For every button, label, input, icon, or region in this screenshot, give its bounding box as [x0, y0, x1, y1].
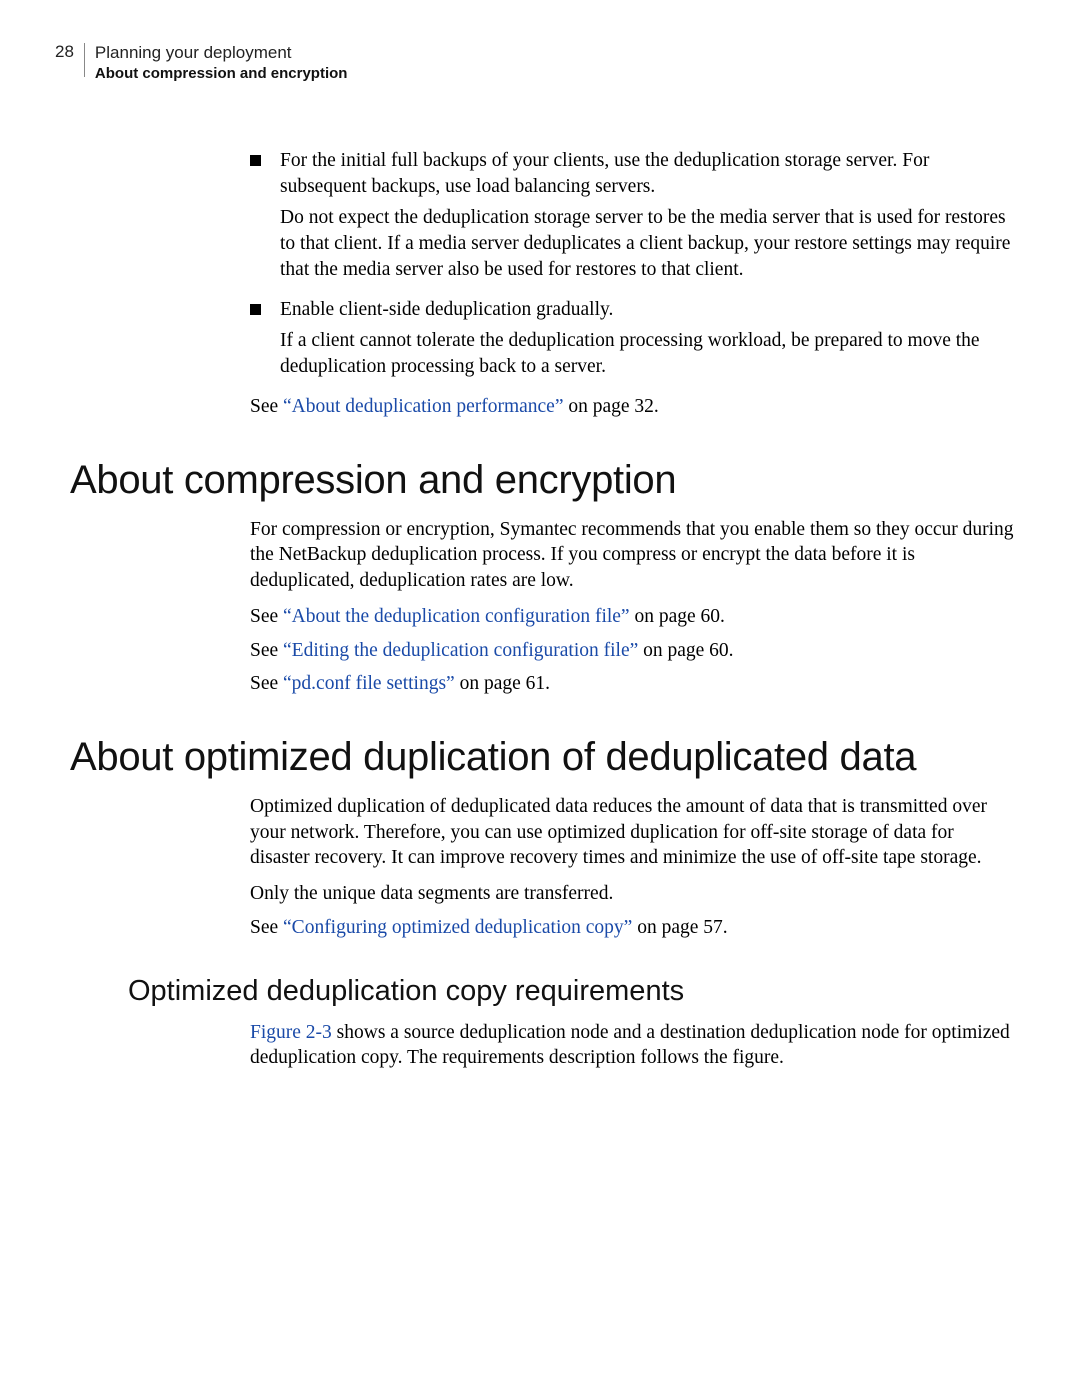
see-suffix: on page 32.: [564, 396, 659, 417]
see-reference: See “Editing the deduplication configura…: [250, 638, 1015, 664]
content-area: For the initial full backups of your cli…: [70, 148, 1030, 1079]
heading-copy-requirements: Optimized deduplication copy requirement…: [128, 975, 1030, 1008]
bullet-paragraph: Do not expect the deduplication storage …: [280, 205, 1015, 282]
header-section-title: About compression and encryption: [95, 65, 348, 82]
figure-ref-link[interactable]: Figure 2-3: [250, 1022, 332, 1043]
see-suffix: on page 61.: [455, 673, 550, 694]
body-text: shows a source deduplication node and a …: [250, 1022, 1010, 1069]
body-paragraph: For compression or encryption, Symantec …: [250, 517, 1015, 594]
see-prefix: See: [250, 673, 283, 694]
bullet-paragraph: For the initial full backups of your cli…: [280, 148, 1015, 199]
bullet-paragraph: If a client cannot tolerate the deduplic…: [280, 328, 1015, 379]
heading-optimized-duplication: About optimized duplication of deduplica…: [70, 735, 1030, 780]
see-reference: See “pd.conf file settings” on page 61.: [250, 671, 1015, 697]
header-chapter-title: Planning your deployment: [95, 43, 292, 62]
see-prefix: See: [250, 396, 283, 417]
see-suffix: on page 60.: [630, 606, 725, 627]
cross-ref-link[interactable]: “pd.conf file settings”: [283, 673, 455, 694]
see-prefix: See: [250, 917, 283, 938]
see-reference: See “About deduplication performance” on…: [250, 394, 1015, 420]
cross-ref-link[interactable]: “Editing the deduplication configuration…: [283, 640, 638, 661]
see-prefix: See: [250, 606, 283, 627]
heading-compression-encryption: About compression and encryption: [70, 458, 1030, 503]
page-number: 28: [55, 42, 84, 62]
see-reference: See “About the deduplication configurati…: [250, 604, 1015, 630]
leading-bullets-block: For the initial full backups of your cli…: [250, 148, 1015, 420]
cross-ref-link[interactable]: “About the deduplication configuration f…: [283, 606, 630, 627]
bullet-list: For the initial full backups of your cli…: [250, 148, 1015, 380]
cross-ref-link[interactable]: “About deduplication performance”: [283, 396, 563, 417]
subsection-reqs-body: Figure 2-3 shows a source deduplication …: [250, 1020, 1015, 1071]
body-paragraph: Figure 2-3 shows a source deduplication …: [250, 1020, 1015, 1071]
bullet-paragraph: Enable client-side deduplication gradual…: [280, 297, 1015, 323]
see-reference: See “Configuring optimized deduplication…: [250, 915, 1015, 941]
list-item: For the initial full backups of your cli…: [250, 148, 1015, 283]
page-container: 28 Planning your deployment About compre…: [0, 0, 1080, 1388]
body-paragraph: Only the unique data segments are transf…: [250, 881, 1015, 907]
see-suffix: on page 60.: [638, 640, 733, 661]
body-paragraph: Optimized duplication of deduplicated da…: [250, 794, 1015, 871]
list-item: Enable client-side deduplication gradual…: [250, 297, 1015, 380]
section-compression-body: For compression or encryption, Symantec …: [250, 517, 1015, 697]
see-prefix: See: [250, 640, 283, 661]
cross-ref-link[interactable]: “Configuring optimized deduplication cop…: [283, 917, 632, 938]
see-suffix: on page 57.: [632, 917, 727, 938]
running-header: 28 Planning your deployment About compre…: [55, 42, 347, 84]
header-text-block: Planning your deployment About compressi…: [85, 42, 348, 84]
section-optimized-body: Optimized duplication of deduplicated da…: [250, 794, 1015, 941]
